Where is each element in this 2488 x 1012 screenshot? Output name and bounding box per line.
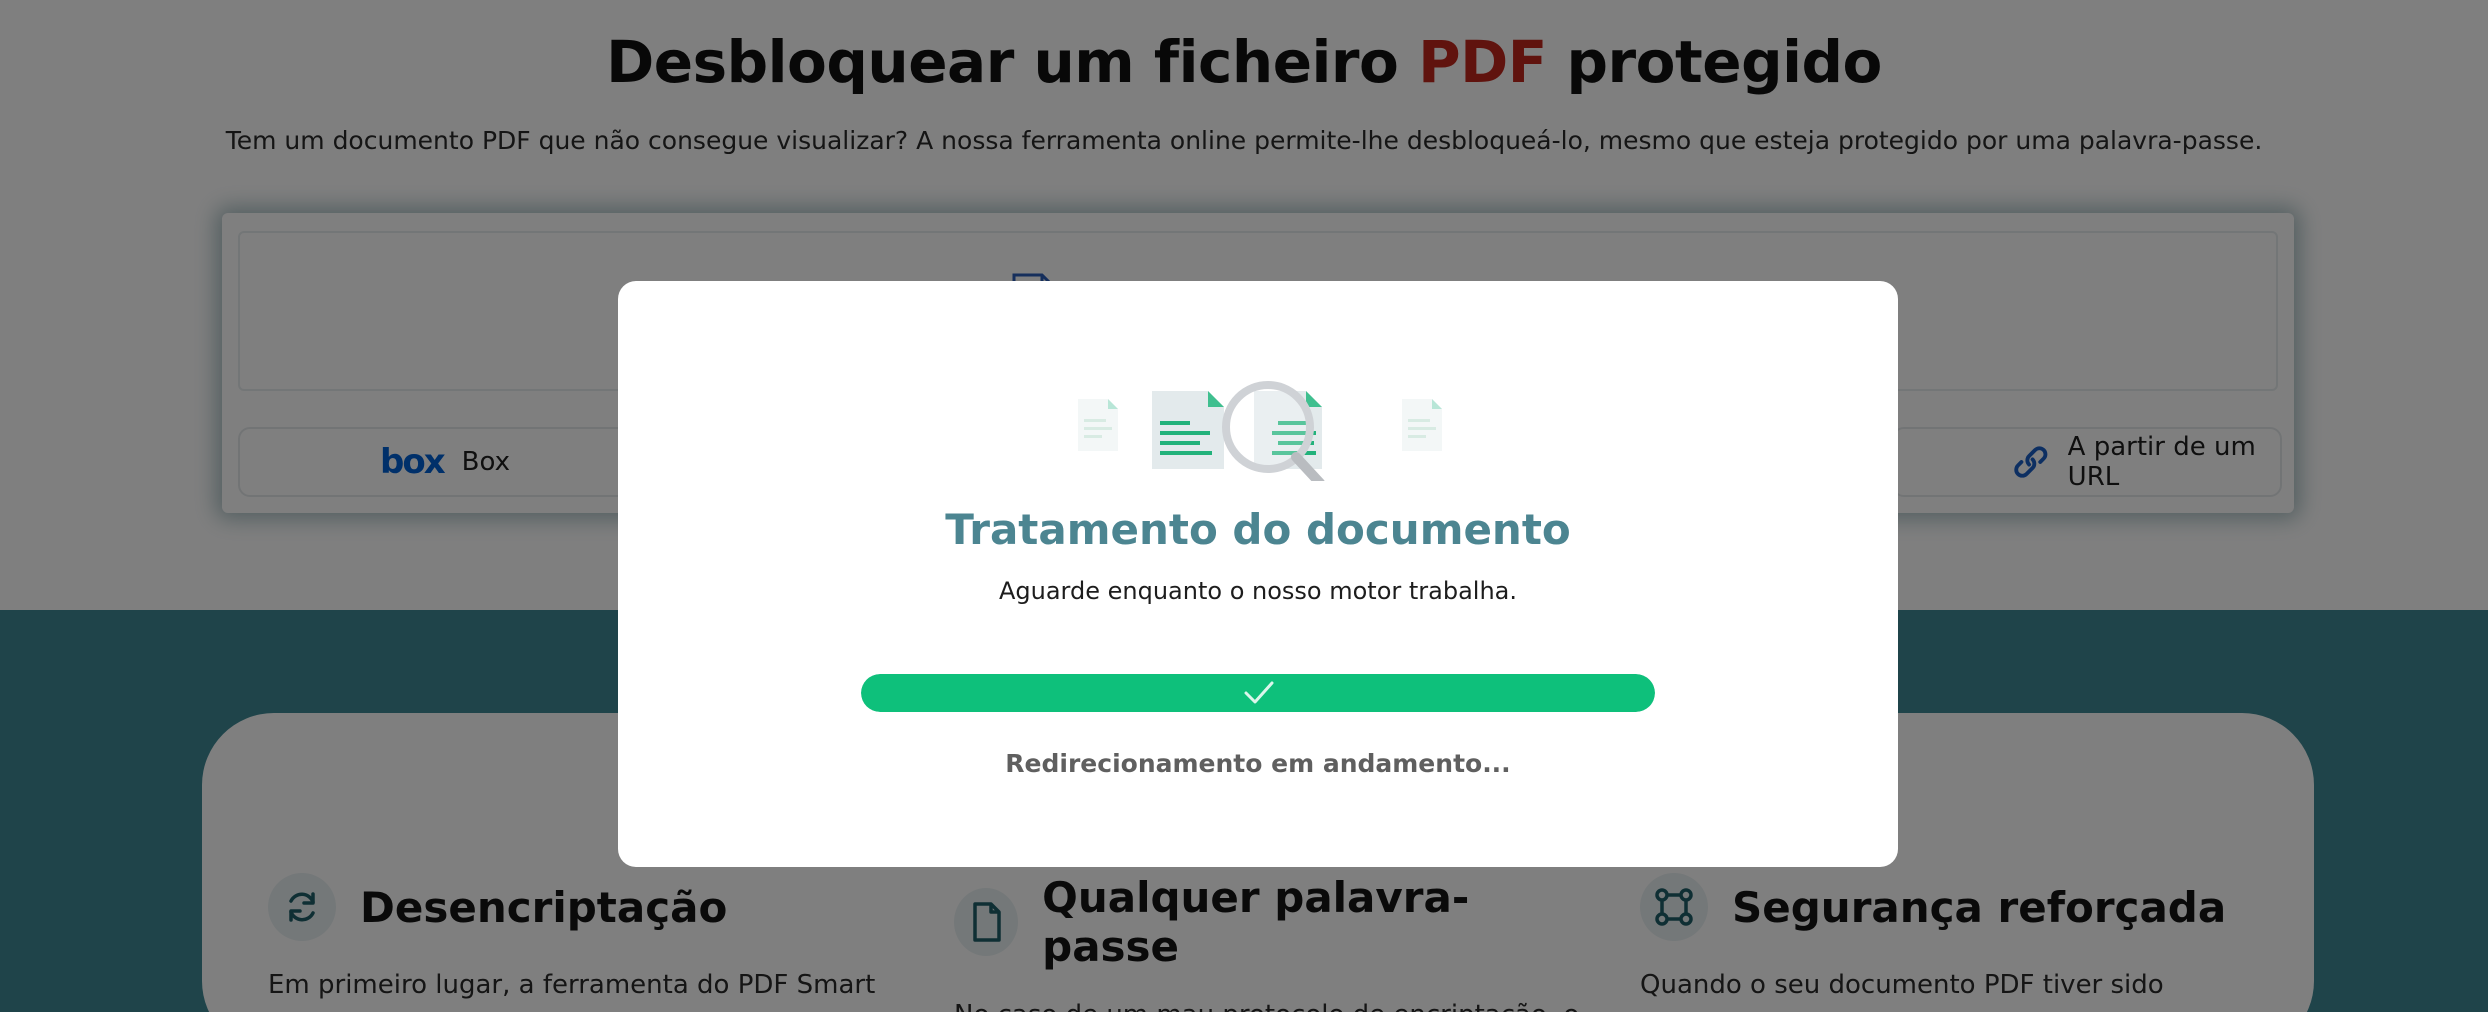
- redirect-status-text: Redirecionamento em andamento...: [1005, 749, 1511, 778]
- document-search-illustration-icon: [1078, 381, 1442, 481]
- check-icon: [1244, 681, 1274, 704]
- progress-bar: [861, 674, 1655, 712]
- modal-title: Tratamento do documento: [945, 505, 1571, 554]
- modal-subtitle: Aguarde enquanto o nosso motor trabalha.: [998, 577, 1518, 605]
- processing-modal: Tratamento do documento Aguarde enquanto…: [618, 281, 1898, 867]
